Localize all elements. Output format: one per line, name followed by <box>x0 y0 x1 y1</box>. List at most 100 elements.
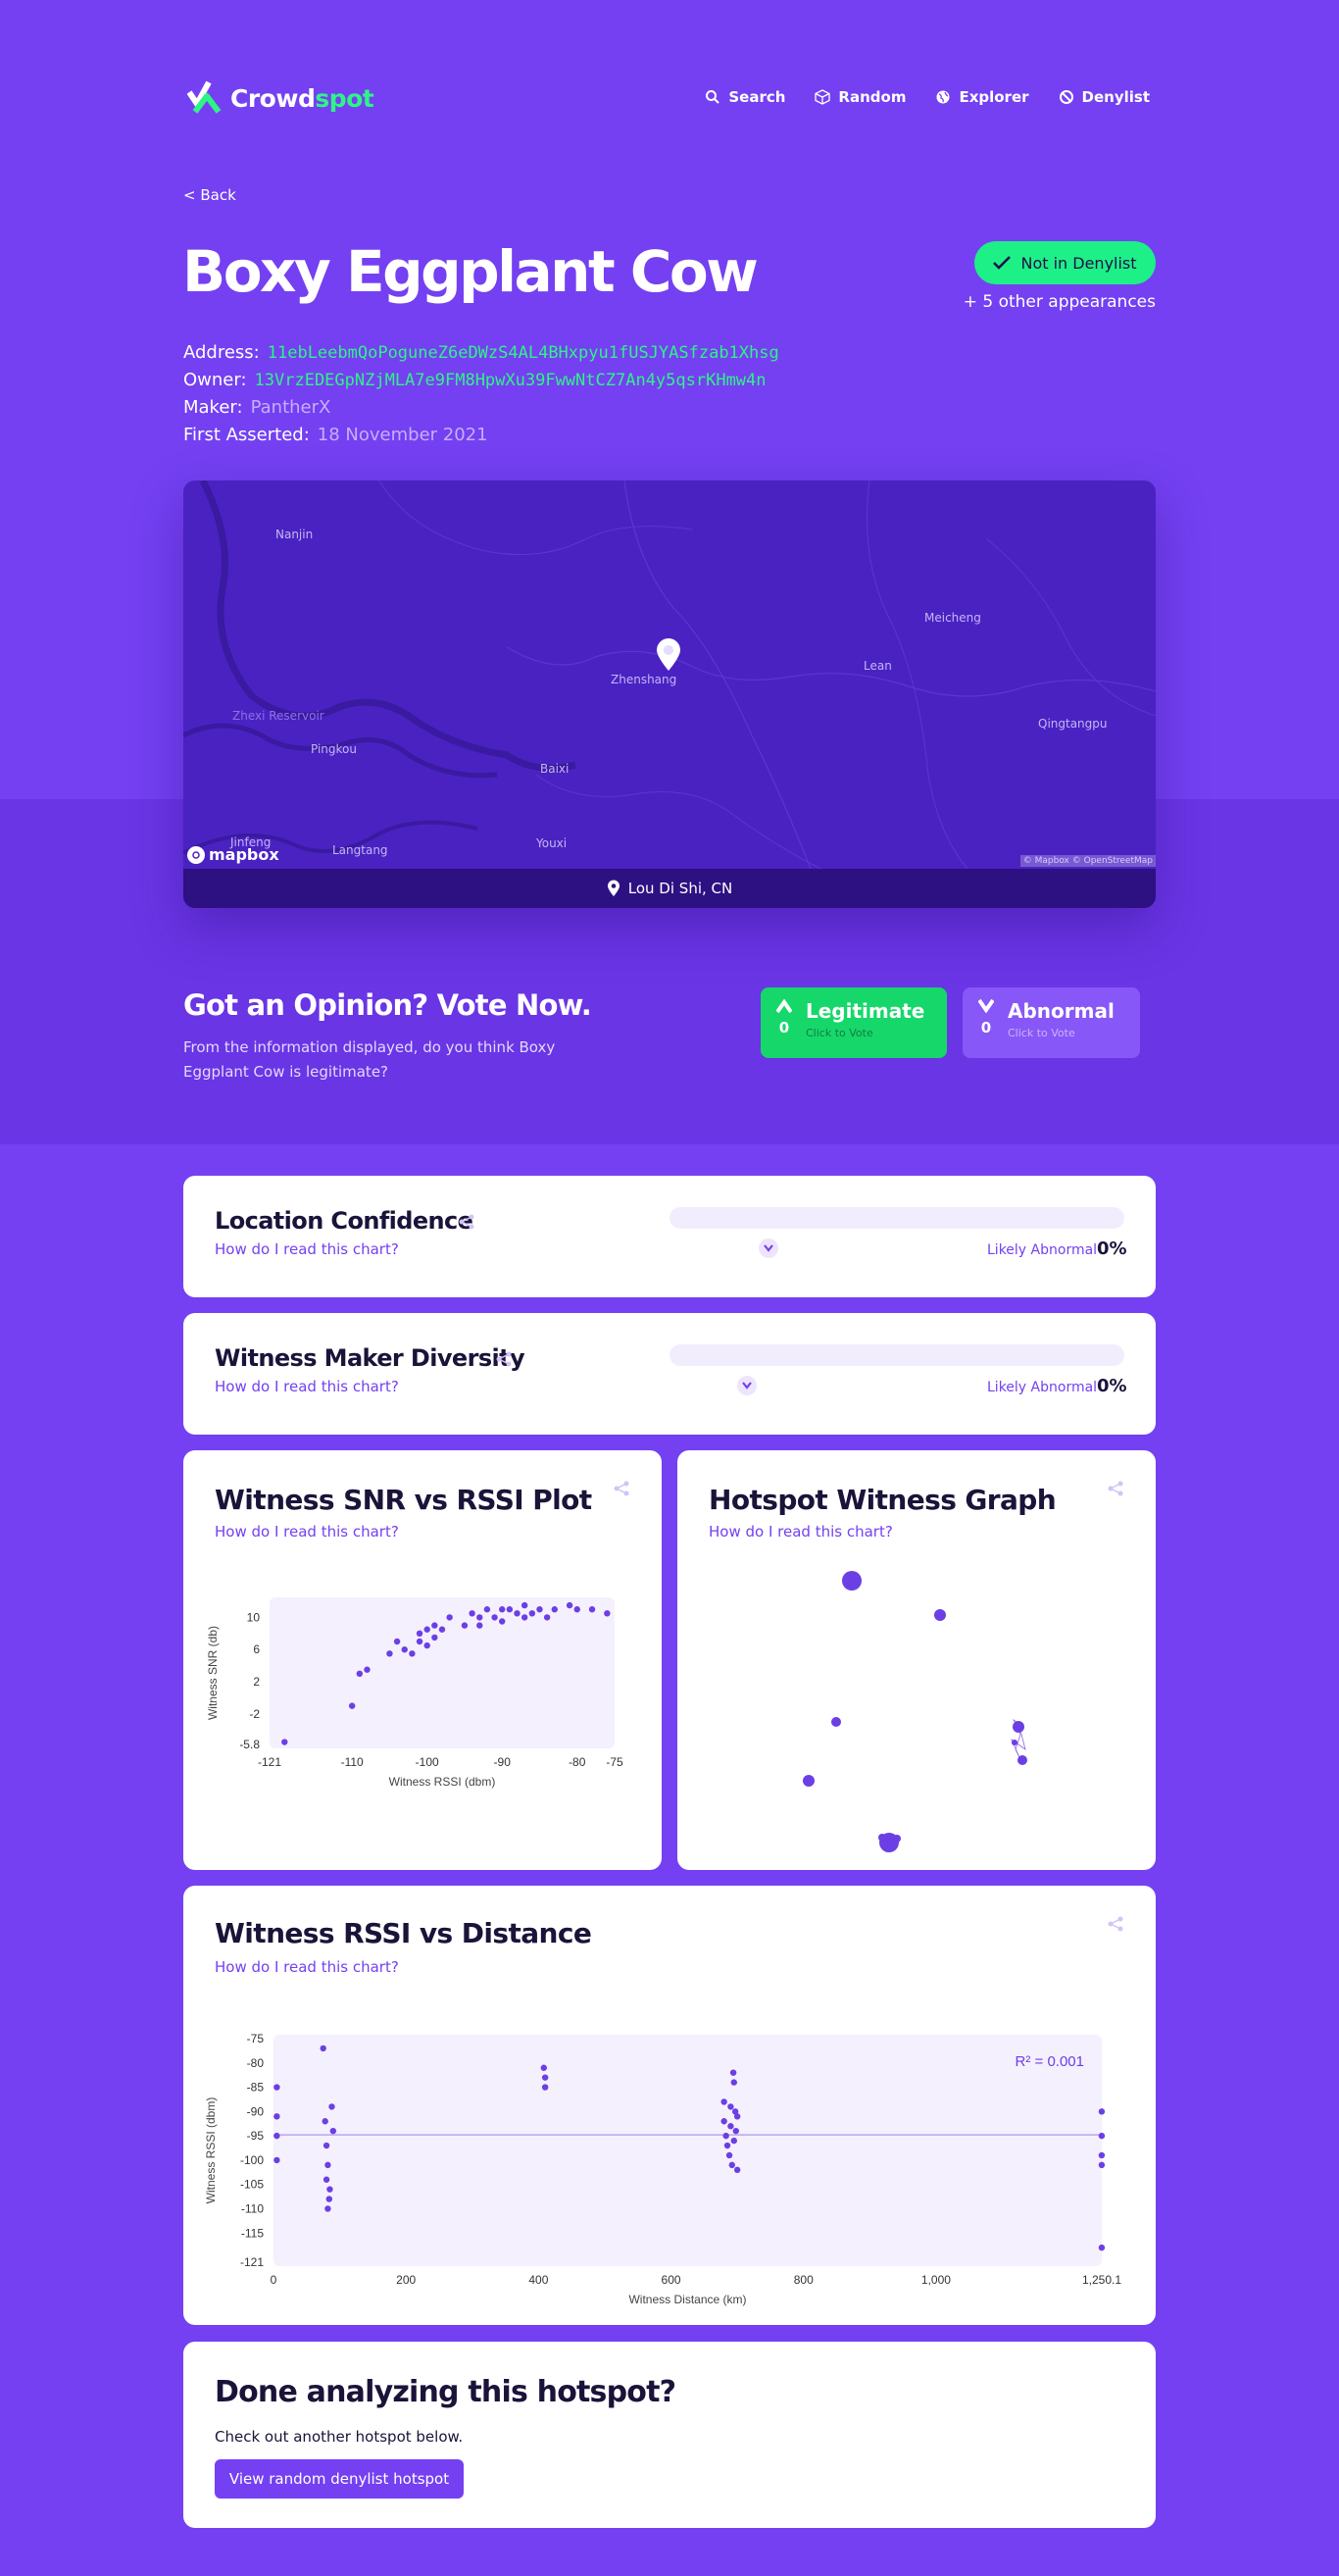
map-place: Youxi <box>536 836 568 850</box>
done-card: Done analyzing this hotspot? Check out a… <box>183 2342 1156 2528</box>
map-location-bar: Lou Di Shi, CN <box>183 869 1156 908</box>
data-point <box>328 2103 335 2110</box>
owner-row: Owner: 13VrzEDEGpNZjMLA7e9FM8HpwXu39FwwN… <box>183 367 779 394</box>
data-point <box>536 1606 543 1613</box>
check-icon <box>993 256 1012 270</box>
x-tick-label: 1,000 <box>921 2273 951 2287</box>
logo[interactable]: Crowdspot <box>187 78 374 118</box>
share-icon[interactable] <box>458 1213 475 1231</box>
x-tick-label: 800 <box>794 2273 814 2287</box>
legit-label: Legitimate <box>806 999 925 1023</box>
data-point <box>720 2118 727 2125</box>
map-attribution[interactable]: © Mapbox © OpenStreetMap <box>1019 855 1156 867</box>
back-link[interactable]: < Back <box>183 186 236 204</box>
y-axis-label: Witness SNR (db) <box>206 1626 220 1720</box>
asserted-label: First Asserted: <box>183 425 310 445</box>
y-tick-label: -90 <box>247 2104 265 2118</box>
address-value[interactable]: 11ebLeebmQoPoguneZ6eDWzS4AL4BHxpyu1fUSJY… <box>268 339 779 367</box>
graph-node[interactable] <box>1012 1740 1017 1745</box>
block-icon <box>1059 90 1073 104</box>
nav-explorer[interactable]: Explorer <box>935 88 1029 106</box>
graph-node[interactable] <box>803 1775 815 1787</box>
nav-search-label: Search <box>728 88 786 106</box>
data-point <box>438 1626 446 1633</box>
data-point <box>727 2103 734 2110</box>
graph-node[interactable] <box>831 1717 841 1727</box>
y-tick-label: 6 <box>253 1642 260 1656</box>
help-link[interactable]: How do I read this chart? <box>709 1523 893 1541</box>
graph-node[interactable] <box>1017 1755 1027 1765</box>
y-tick-label: 10 <box>247 1610 261 1624</box>
confidence-bar-track <box>670 1207 1124 1229</box>
data-point <box>543 1614 551 1621</box>
graph-node[interactable] <box>934 1609 946 1621</box>
data-point <box>393 1638 401 1645</box>
data-point <box>720 2098 727 2105</box>
snr-rssi-card: Witness SNR vs RSSI Plot How do I read t… <box>183 1450 662 1870</box>
search-icon <box>706 90 720 104</box>
help-link[interactable]: How do I read this chart? <box>215 1240 399 1258</box>
graph-node[interactable] <box>842 1571 862 1591</box>
data-point <box>499 1618 506 1625</box>
abnormal-count: 0 <box>980 1019 992 1036</box>
share-icon[interactable] <box>1107 1915 1124 1933</box>
data-point <box>431 1622 438 1629</box>
mapbox-logo[interactable]: mapbox <box>187 845 279 864</box>
data-point <box>1098 2108 1106 2115</box>
chevron-down-icon <box>742 1382 752 1389</box>
location-confidence-card: Location Confidence How do I read this c… <box>183 1176 1156 1297</box>
rssi-distance-card: Witness RSSI vs Distance How do I read t… <box>183 1886 1156 2325</box>
map-place: Meicheng <box>924 611 981 625</box>
data-point <box>728 2161 735 2169</box>
data-point <box>729 2069 737 2076</box>
data-point <box>566 1601 573 1609</box>
data-point <box>528 1610 536 1617</box>
map-pin-icon[interactable] <box>656 638 681 672</box>
help-link[interactable]: How do I read this chart? <box>215 1958 399 1976</box>
y-tick-label: -110 <box>241 2201 264 2215</box>
data-point <box>273 2156 280 2164</box>
graph-node[interactable] <box>878 1834 886 1842</box>
nav-denylist[interactable]: Denylist <box>1059 88 1150 106</box>
data-point <box>416 1630 423 1638</box>
share-icon[interactable] <box>495 1350 513 1368</box>
vote-abnormal-button[interactable]: 0 Abnormal Click to Vote <box>963 987 1140 1058</box>
data-point <box>723 2142 731 2149</box>
map-place: Lean <box>864 659 892 673</box>
y-tick-label: -75 <box>247 2032 265 2046</box>
help-link[interactable]: How do I read this chart? <box>215 1378 399 1395</box>
owner-label: Owner: <box>183 370 247 390</box>
plot-area <box>270 1597 615 1748</box>
snr-rssi-title: Witness SNR vs RSSI Plot <box>215 1484 592 1516</box>
page-title: Boxy Eggplant Cow <box>182 238 759 305</box>
help-link[interactable]: How do I read this chart? <box>215 1523 399 1541</box>
graph-node[interactable] <box>893 1835 901 1843</box>
location-map[interactable]: Nanjin Meicheng Zhenshang Lean Zhexi Res… <box>183 480 1156 908</box>
x-tick-label: 200 <box>396 2273 416 2287</box>
nav-search[interactable]: Search <box>705 88 785 106</box>
data-point <box>506 1606 514 1613</box>
data-point <box>514 1610 521 1617</box>
data-point <box>324 2161 331 2169</box>
x-tick-label: -121 <box>258 1755 281 1769</box>
vote-legit-icons: 0 <box>776 999 792 1036</box>
data-point <box>322 2142 330 2149</box>
random-hotspot-button[interactable]: View random denylist hotspot <box>215 2459 464 2499</box>
owner-value[interactable]: 13VrzEDEGpNZjMLA7e9FM8HpwXu39FwwNtCZ7An4… <box>255 367 767 394</box>
data-point <box>732 2127 740 2135</box>
data-point <box>386 1650 393 1657</box>
nav-random[interactable]: Random <box>815 88 906 106</box>
vote-legitimate-button[interactable]: 0 Legitimate Click to Vote <box>761 987 947 1058</box>
snr-rssi-chart[interactable]: -121 -110 -100 -90 -80 -75 10 6 2 -2 -5.8 Witness R… <box>183 1568 662 1823</box>
hotspot-meta: Address: 11ebLeebmQoPoguneZ6eDWzS4AL4BHx… <box>183 339 779 449</box>
data-point <box>1098 2151 1106 2159</box>
other-appearances-link[interactable]: + 5 other appearances <box>964 292 1156 312</box>
graph-node[interactable] <box>1013 1721 1024 1733</box>
share-icon[interactable] <box>613 1480 630 1497</box>
share-icon[interactable] <box>1107 1480 1124 1497</box>
witness-network-graph[interactable] <box>677 1558 1156 1852</box>
rssi-distance-chart[interactable]: 0 200 400 600 800 1,000 1,250.1 -75 -80 -85 -90 -95… <box>183 1994 1156 2307</box>
y-tick-label: -105 <box>240 2178 264 2192</box>
asserted-value: 18 November 2021 <box>317 425 488 445</box>
data-point <box>499 1606 506 1613</box>
